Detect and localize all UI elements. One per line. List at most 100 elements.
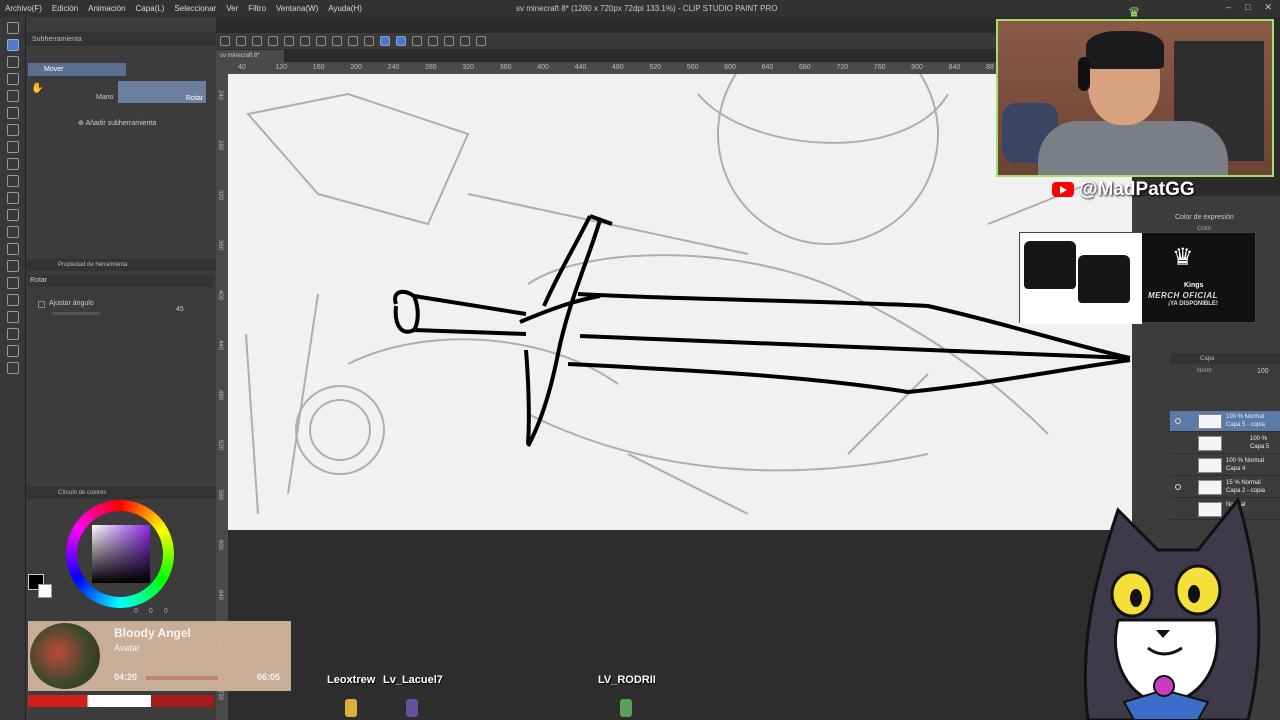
pencil-tool-icon[interactable] xyxy=(6,141,19,153)
visibility-eye-icon[interactable] xyxy=(1175,418,1181,424)
command-bar xyxy=(216,33,1000,49)
airbrush-tool-icon[interactable] xyxy=(6,175,19,187)
hand-label: Mano xyxy=(96,94,114,101)
ruler-left-label: 280 xyxy=(217,140,223,151)
song-time-current: 04:20 xyxy=(114,672,138,682)
layer-move-tool-icon[interactable] xyxy=(6,73,19,85)
zoom-tool-icon[interactable] xyxy=(6,22,19,34)
clear-icon[interactable] xyxy=(300,36,310,46)
selection-tool-icon[interactable] xyxy=(6,90,19,102)
flip-icon[interactable] xyxy=(444,36,454,46)
move-tool-icon[interactable] xyxy=(6,39,19,51)
angle-slider[interactable] xyxy=(52,312,100,315)
correct-line-tool-icon[interactable] xyxy=(6,362,19,374)
stream-alert-bar xyxy=(28,695,214,707)
window-controls: – □ ✕ xyxy=(1226,2,1272,13)
figure-tool-icon[interactable] xyxy=(6,277,19,289)
rotate-icon[interactable] xyxy=(428,36,438,46)
snap-special-ruler-icon[interactable] xyxy=(396,36,406,46)
adjust-angle-label: Ajustar ángulo xyxy=(49,300,94,307)
layer-row[interactable]: 100 % Normal Capa 5 - copia xyxy=(1170,411,1280,432)
settings-icon[interactable] xyxy=(476,36,486,46)
new-file-icon[interactable] xyxy=(220,36,230,46)
blend-mode-select[interactable]: Norm xyxy=(1197,368,1212,374)
frame-tool-icon[interactable] xyxy=(6,294,19,306)
redo-icon[interactable] xyxy=(284,36,294,46)
tshirt-icon xyxy=(1024,241,1076,289)
layer-row[interactable]: 100 % Capa 5 xyxy=(1170,433,1280,454)
layer-name: Capa 5 xyxy=(1250,444,1270,450)
viewer-avatar-icon xyxy=(345,699,357,717)
menu-filtro[interactable]: Filtro xyxy=(243,4,271,13)
ruler-left-label: 240 xyxy=(217,90,223,101)
angle-value[interactable]: 45 xyxy=(176,306,184,313)
color-value-r: 0 xyxy=(134,608,138,615)
invert-selection-icon[interactable] xyxy=(364,36,374,46)
ruler-top: 40 120 160 200 240 280 320 360 400 440 480 520 560 60… xyxy=(228,62,996,74)
maximize-button[interactable]: □ xyxy=(1245,2,1250,13)
fill-tool-icon[interactable] xyxy=(6,243,19,255)
menu-edicion[interactable]: Edición xyxy=(47,4,83,13)
rotate-section-header: Rotar xyxy=(28,275,214,287)
tool-column xyxy=(0,17,26,720)
hand-icon[interactable]: ✋ xyxy=(31,83,43,94)
pen-tool-icon[interactable] xyxy=(6,124,19,136)
ruler-left-label: 600 xyxy=(217,540,223,551)
color-value-b: 0 xyxy=(163,608,168,615)
save-icon[interactable] xyxy=(252,36,262,46)
decoration-tool-icon[interactable] xyxy=(6,192,19,204)
fit-icon[interactable] xyxy=(460,36,470,46)
transform-icon[interactable] xyxy=(332,36,342,46)
balloon-tool-icon[interactable] xyxy=(6,345,19,357)
snap-grid-icon[interactable] xyxy=(412,36,422,46)
headset-icon xyxy=(1078,57,1090,91)
eraser-tool-icon[interactable] xyxy=(6,209,19,221)
snap-ruler-icon[interactable] xyxy=(380,36,390,46)
gradient-tool-icon[interactable] xyxy=(6,260,19,272)
kings-crown-icon: ♛ xyxy=(1172,244,1194,271)
deselect-icon[interactable] xyxy=(348,36,358,46)
open-file-icon[interactable] xyxy=(236,36,246,46)
menu-seleccionar[interactable]: Seleccionar xyxy=(169,4,221,13)
menu-archivo[interactable]: Archivo(F) xyxy=(0,4,47,13)
song-progress-bar xyxy=(146,676,218,680)
menu-capa[interactable]: Capa(L) xyxy=(131,4,170,13)
subtool-mover[interactable]: Mover xyxy=(28,63,126,76)
ruler-left-label: 480 xyxy=(217,390,223,401)
layer-tab[interactable]: Capa xyxy=(1200,356,1214,362)
ruler-top-label: 480 xyxy=(612,64,624,71)
subtool-tab-bar: Subherramienta xyxy=(26,32,216,46)
minimize-button[interactable]: – xyxy=(1226,2,1231,13)
tool-property-tab[interactable]: Propiedad de herramienta xyxy=(58,262,127,268)
canvas-tab[interactable]: sv minecraft 8* xyxy=(216,50,284,62)
saturation-value-square[interactable] xyxy=(92,525,150,583)
close-button[interactable]: ✕ xyxy=(1264,2,1272,13)
subtool-tab[interactable]: Subherramienta xyxy=(32,36,82,43)
ruler-top-label: 440 xyxy=(574,64,587,71)
layer-opacity[interactable]: 100 xyxy=(1257,368,1269,375)
webcam-person-body xyxy=(1038,121,1228,175)
sketch-layer xyxy=(245,74,1089,515)
adjust-angle-checkbox[interactable] xyxy=(38,301,45,308)
menu-ayuda[interactable]: Ayuda(H) xyxy=(323,4,367,13)
add-subtool-button[interactable]: ⊕ Añadir subherramienta xyxy=(78,119,156,127)
blend-tool-icon[interactable] xyxy=(6,226,19,238)
menu-ventana[interactable]: Ventana(W) xyxy=(271,4,323,13)
undo-icon[interactable] xyxy=(268,36,278,46)
fill-icon[interactable] xyxy=(316,36,326,46)
ruler-top-label: 160 xyxy=(312,64,325,71)
brush-tool-icon[interactable] xyxy=(6,158,19,170)
crown-icon: ♛ xyxy=(1127,4,1141,20)
cat-mascot-icon xyxy=(1083,496,1261,720)
eyedropper-tool-icon[interactable] xyxy=(6,107,19,119)
color-wheel-tab[interactable]: Círculo de colores xyxy=(58,490,106,496)
menu-animacion[interactable]: Animación xyxy=(83,4,130,13)
background-color-swatch[interactable] xyxy=(38,584,52,598)
ruler-tool-icon[interactable] xyxy=(6,311,19,323)
text-tool-icon[interactable] xyxy=(6,328,19,340)
layer-row[interactable]: 100 % Normal Capa 4 xyxy=(1170,455,1280,476)
operation-tool-icon[interactable] xyxy=(6,56,19,68)
cat-mascot xyxy=(1048,490,1280,720)
menu-ver[interactable]: Ver xyxy=(221,4,243,13)
layer-name: Capa 4 xyxy=(1226,466,1246,472)
